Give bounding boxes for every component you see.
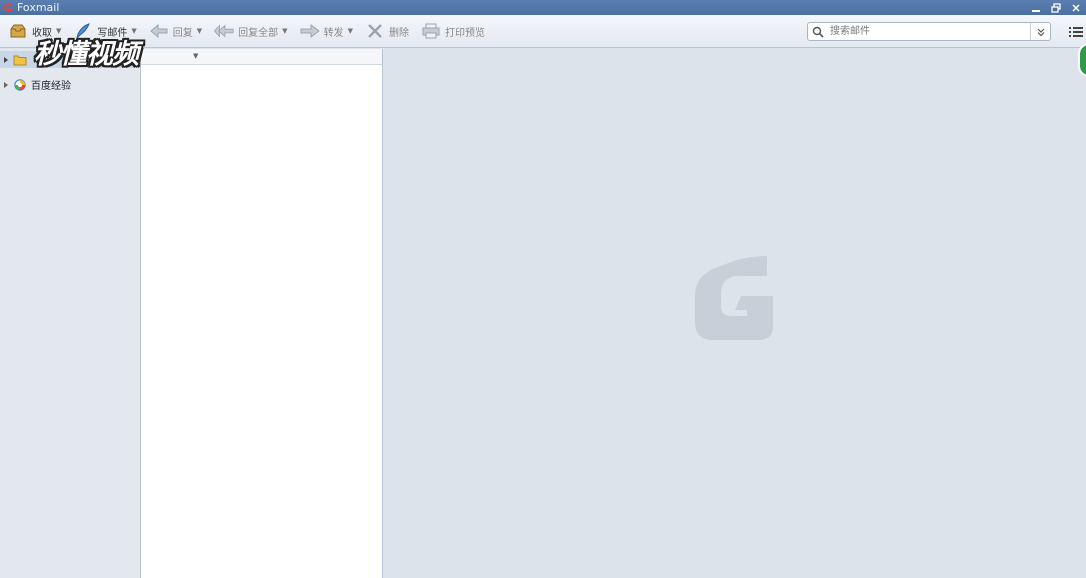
minimize-button[interactable]	[1026, 0, 1046, 15]
mail-list: ▼	[141, 49, 383, 578]
mail-list-header[interactable]: ▼	[141, 49, 382, 65]
folder-item-baidu-jingyan[interactable]: 百度经验	[0, 76, 140, 93]
forward-label: 转发	[323, 27, 344, 39]
main-menu-button[interactable]	[1067, 22, 1085, 41]
reply-all-label: 回复全部	[238, 27, 279, 39]
video-watermark-text: 秒懂视频	[34, 38, 139, 70]
magnifier-icon	[810, 23, 826, 40]
folder-tree: 百度经验	[0, 49, 141, 578]
account-globe-icon	[14, 78, 26, 91]
delete-x-icon	[365, 22, 385, 40]
sort-dropdown-icon[interactable]: ▼	[193, 52, 198, 60]
reply-all-arrow-icon	[214, 22, 234, 40]
forward-arrow-icon	[300, 22, 320, 40]
close-button[interactable]	[1066, 0, 1086, 15]
reply-dropdown-icon[interactable]: ▼	[197, 27, 202, 35]
search-box	[807, 22, 1051, 41]
reply-arrow-icon	[149, 22, 169, 40]
foxmail-logo-icon	[3, 3, 12, 12]
reply-all-dropdown-icon[interactable]: ▼	[282, 27, 287, 35]
print-preview-label: 打印预览	[444, 27, 485, 39]
folder-icon	[13, 55, 27, 65]
reply-label: 回复	[172, 27, 193, 39]
delete-button[interactable]: 删除	[361, 18, 413, 44]
minimize-icon	[1032, 9, 1040, 12]
expand-arrow-icon[interactable]	[2, 81, 10, 89]
floating-widget[interactable]	[1078, 43, 1086, 77]
restore-icon	[1051, 2, 1061, 13]
inbox-tray-icon	[8, 22, 28, 40]
delete-label: 删除	[388, 27, 409, 39]
search-input[interactable]	[830, 24, 1026, 39]
printer-icon	[421, 22, 441, 40]
window-controls	[1026, 0, 1086, 15]
reply-button[interactable]: 回复 ▼	[145, 18, 206, 44]
search-options-button[interactable]	[1030, 23, 1050, 40]
forward-dropdown-icon[interactable]: ▼	[348, 27, 353, 35]
title-bar: Foxmail	[0, 0, 1086, 15]
list-menu-icon	[1069, 26, 1083, 37]
video-watermark: 秒懂视频	[34, 28, 139, 74]
foxmail-watermark-logo-icon	[695, 256, 773, 340]
double-chevron-down-icon	[1037, 28, 1044, 36]
folder-item-label: 百度经验	[31, 81, 71, 92]
restore-button[interactable]	[1046, 0, 1066, 15]
window-title: Foxmail	[17, 1, 60, 14]
forward-button[interactable]: 转发 ▼	[296, 18, 357, 44]
print-preview-button[interactable]: 打印预览	[417, 18, 489, 44]
expand-arrow-icon[interactable]	[2, 56, 10, 64]
close-icon	[1072, 3, 1080, 12]
preview-pane	[383, 49, 1086, 578]
reply-all-button[interactable]: 回复全部 ▼	[210, 18, 291, 44]
